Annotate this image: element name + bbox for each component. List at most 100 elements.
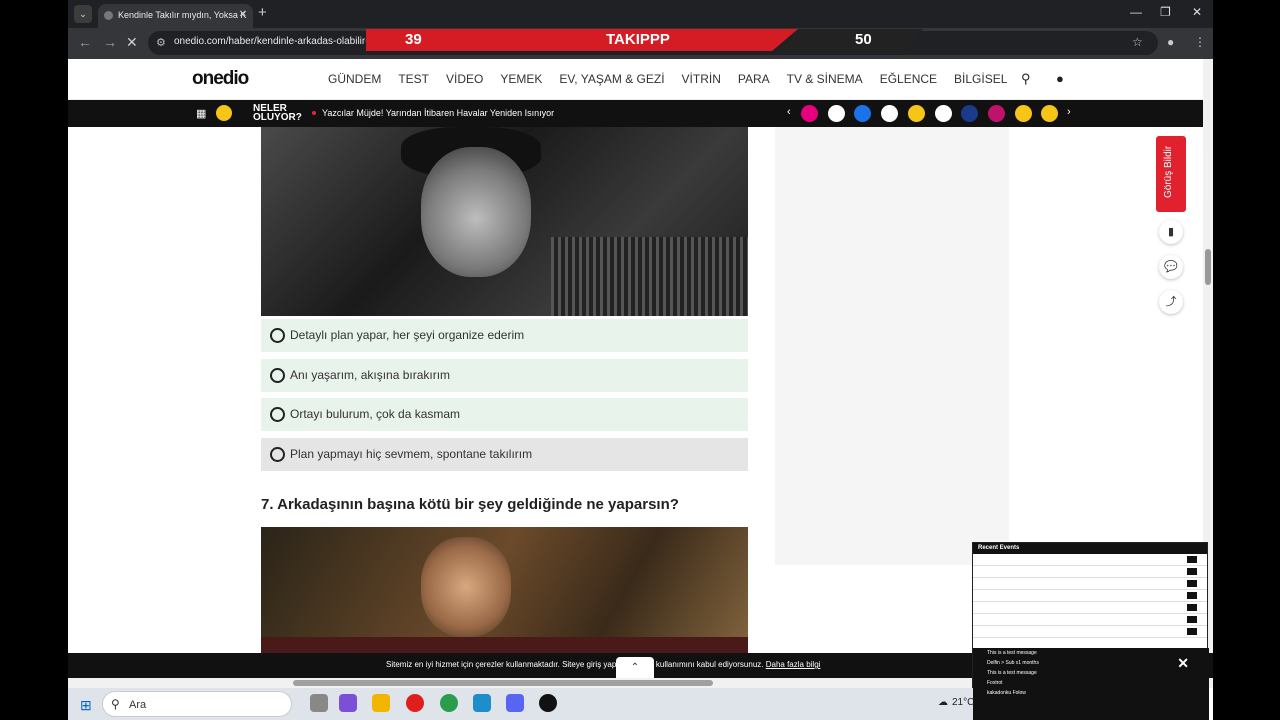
radio-icon[interactable]: [270, 447, 285, 462]
close-window-icon[interactable]: ✕: [1192, 5, 1202, 19]
quiz-option-4[interactable]: Plan yapmayı hiç sevmem, spontane takılı…: [261, 438, 748, 471]
quiz-question-7: 7. Arkadaşının başına kötü bir şey geldi…: [261, 496, 679, 513]
profile-icon[interactable]: ●: [1167, 35, 1174, 49]
search-icon: ⚲: [111, 697, 120, 711]
banner-title: TAKIPPP: [606, 31, 670, 48]
weather-icon[interactable]: ☁: [938, 697, 948, 708]
feedback-button[interactable]: Görüş Bildir: [1156, 136, 1186, 212]
stream-banner-dark: [778, 29, 923, 51]
news-headline[interactable]: Yazcılar Müjde! Yarından İtibaren Havala…: [322, 108, 554, 118]
browser-menu-icon[interactable]: ⋮: [1194, 35, 1206, 49]
windows-taskbar: ⊞ ⚲ Ara ☁ 21°C: [68, 688, 974, 720]
event-row: [973, 566, 1207, 578]
menu-item-yemek[interactable]: YEMEK: [500, 72, 542, 86]
event-row: [973, 590, 1207, 602]
event-log-dark: This is a test message Delfin > Sub x1 m…: [973, 648, 1209, 720]
coin-icon[interactable]: [216, 105, 232, 121]
site-info-icon[interactable]: ⚙: [156, 36, 166, 49]
event-row: [973, 602, 1207, 614]
menu-item-tv-sinema[interactable]: TV & SİNEMA: [787, 72, 863, 86]
cookie-collapse-button[interactable]: ⌃: [616, 657, 654, 678]
obs-icon[interactable]: [539, 694, 557, 712]
site-logo[interactable]: onedio: [192, 68, 249, 90]
story-circle-icon[interactable]: [961, 105, 979, 122]
story-circle-icon[interactable]: [881, 105, 899, 122]
menu-item-bilgisel[interactable]: BİLGİSEL: [954, 72, 1007, 86]
story-circle-icon[interactable]: [1041, 105, 1059, 122]
tab-search-button[interactable]: ⌄: [74, 5, 92, 23]
menu-item-ev-yasam-gezi[interactable]: EV, YAŞAM & GEZİ: [559, 72, 664, 86]
recent-events-panel: Recent Events This is a test message Del…: [972, 542, 1209, 720]
forward-icon[interactable]: →: [103, 34, 117, 50]
url-text[interactable]: onedio.com/haber/kendinle-arkadas-olabil…: [174, 36, 377, 47]
banner-right-number: 50: [855, 31, 872, 48]
search-icon[interactable]: ⚲: [1021, 71, 1031, 87]
sidebar-ad-area: [775, 127, 1009, 565]
events-close-icon[interactable]: ✕: [1177, 655, 1189, 672]
task-view-icon[interactable]: [310, 694, 328, 712]
share-icon[interactable]: ⤴: [1159, 290, 1183, 314]
story-circle-icon[interactable]: [854, 105, 872, 122]
menu-item-gundem[interactable]: GÜNDEM: [328, 72, 381, 86]
site-header: onedio GÜNDEM TEST VİDEO YEMEK EV, YAŞAM…: [68, 59, 1213, 100]
bookmark-add-icon[interactable]: ▮: [1159, 220, 1183, 244]
radio-icon[interactable]: [270, 407, 285, 422]
tab-bar: ⌄ Kendinle Takılır mıydın, Yoksa K ✕ + —…: [68, 0, 1213, 28]
neler-oluyor-label: NELER OLUYOR?: [253, 103, 302, 123]
story-circle-icon[interactable]: [801, 105, 818, 122]
tab-favicon-icon: [104, 11, 113, 20]
windows-start-icon[interactable]: ⊞: [80, 697, 92, 714]
stream-banner-red: [366, 29, 798, 51]
settings-app-icon[interactable]: [473, 694, 491, 712]
opera-icon[interactable]: [406, 694, 424, 712]
banner-left-number: 39: [405, 31, 422, 48]
radio-icon[interactable]: [270, 368, 285, 383]
story-circle-icon[interactable]: [934, 105, 952, 122]
live-dot-icon: [312, 111, 316, 115]
file-explorer-icon[interactable]: [372, 694, 390, 712]
menu-item-vitrin[interactable]: VİTRİN: [682, 72, 721, 86]
weather-temp[interactable]: 21°C: [952, 697, 974, 708]
stories-prev-icon[interactable]: ‹: [787, 106, 791, 118]
maximize-icon[interactable]: ❐: [1160, 5, 1171, 19]
quiz-option-2[interactable]: Anı yaşarım, akışına bırakırım: [261, 359, 748, 392]
story-circle-icon[interactable]: [907, 105, 925, 122]
menu-item-test[interactable]: TEST: [398, 72, 429, 86]
main-menu: GÜNDEM TEST VİDEO YEMEK EV, YAŞAM & GEZİ…: [328, 72, 1024, 86]
hscroll-thumb[interactable]: [293, 680, 713, 686]
stories-next-icon[interactable]: ›: [1067, 106, 1071, 118]
event-row: [973, 554, 1207, 566]
tab-title: Kendinle Takılır mıydın, Yoksa K: [118, 10, 247, 20]
tab-close-icon[interactable]: ✕: [239, 4, 247, 26]
cookie-text: Sitemiz en iyi hizmet için çerezler kull…: [386, 660, 821, 669]
menu-item-para[interactable]: PARA: [738, 72, 770, 86]
stop-loading-icon[interactable]: ✕: [126, 34, 138, 51]
new-tab-button[interactable]: +: [258, 4, 267, 21]
quiz-option-3[interactable]: Ortayı bulurum, çok da kasmam: [261, 398, 748, 431]
back-icon[interactable]: ←: [78, 34, 92, 50]
discord-icon[interactable]: [506, 694, 524, 712]
grid-icon[interactable]: ▦: [196, 107, 206, 120]
comments-icon[interactable]: 💬: [1159, 255, 1183, 279]
cookie-more-link[interactable]: Daha fazla bilgi: [766, 660, 821, 669]
copilot-icon[interactable]: [339, 694, 357, 712]
user-icon[interactable]: ●: [1056, 71, 1064, 86]
menu-item-video[interactable]: VİDEO: [446, 72, 483, 86]
story-circle-icon[interactable]: [987, 105, 1005, 122]
quiz-option-1[interactable]: Detaylı plan yapar, her şeyi organize ed…: [261, 319, 748, 352]
bookmark-star-icon[interactable]: ☆: [1132, 35, 1143, 49]
event-row: [973, 614, 1207, 626]
scrollbar-thumb[interactable]: [1205, 249, 1211, 285]
minimize-icon[interactable]: —: [1130, 5, 1142, 19]
event-row: [973, 578, 1207, 590]
chrome-icon[interactable]: [440, 694, 458, 712]
story-circle-icon[interactable]: [1014, 105, 1032, 122]
story-circle-icon[interactable]: [827, 105, 845, 122]
tab-active[interactable]: Kendinle Takılır mıydın, Yoksa K ✕: [98, 4, 253, 28]
news-bar: ▦ NELER OLUYOR? Yazcılar Müjde! Yarından…: [68, 100, 1213, 127]
taskbar-search[interactable]: ⚲ Ara: [102, 691, 292, 717]
radio-icon[interactable]: [270, 328, 285, 343]
quiz-image-6: [261, 127, 748, 316]
menu-item-eglence[interactable]: EĞLENCE: [880, 72, 937, 86]
recent-events-title: Recent Events: [973, 543, 1207, 554]
